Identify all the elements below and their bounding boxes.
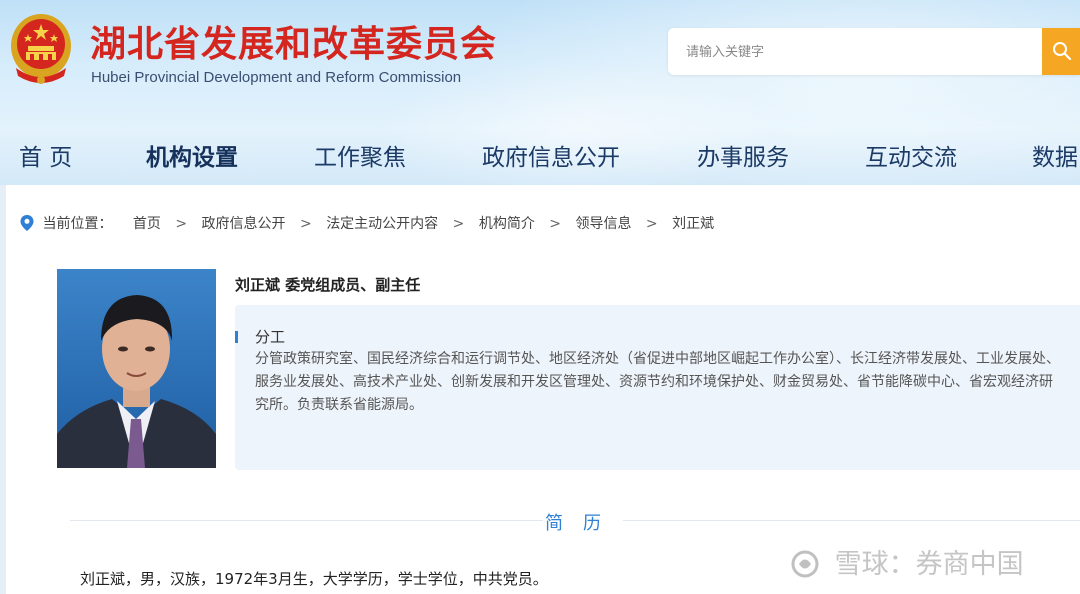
nav-item-gov-info[interactable]: 政府信息公开 bbox=[482, 138, 620, 172]
duty-description: 分管政策研究室、国民经济综合和运行调节处、地区经济处（省促进中部地区崛起工作办公… bbox=[255, 351, 1060, 413]
search-box bbox=[668, 28, 1080, 75]
duty-accent-bar bbox=[235, 331, 238, 343]
resume-section-title: 简历 bbox=[543, 509, 623, 535]
watermark-text: 雪球：券商中国 bbox=[834, 549, 1024, 580]
watermark: 雪球：券商中国 bbox=[790, 542, 1024, 580]
site-subtitle: Hubei Provincial Development and Reform … bbox=[91, 69, 462, 86]
snowball-logo-icon bbox=[791, 550, 819, 578]
breadcrumb: 当前位置： 首页 > 政府信息公开 > 法定主动公开内容 > 机构简介 > 领导… bbox=[20, 213, 714, 233]
breadcrumb-item-statutory[interactable]: 法定主动公开内容 bbox=[326, 213, 438, 233]
breadcrumb-item-gov-info[interactable]: 政府信息公开 bbox=[202, 213, 286, 233]
national-emblem-icon[interactable] bbox=[6, 8, 76, 88]
resume-text: 刘正斌，男，汉族，1972年3月生，大学学历，学士学位，中共党员。 bbox=[80, 570, 548, 588]
breadcrumb-separator: > bbox=[175, 216, 188, 232]
nav-item-home[interactable]: 首 页 bbox=[19, 138, 72, 172]
breadcrumb-item-home[interactable]: 首页 bbox=[133, 213, 161, 233]
nav-item-interaction[interactable]: 互动交流 bbox=[865, 138, 957, 172]
content-edge bbox=[0, 185, 6, 594]
nav-item-organization[interactable]: 机构设置 bbox=[146, 138, 238, 172]
nav-item-services[interactable]: 办事服务 bbox=[697, 138, 789, 172]
breadcrumb-separator: > bbox=[452, 216, 465, 232]
breadcrumb-separator: > bbox=[300, 216, 312, 232]
search-button[interactable] bbox=[1042, 28, 1080, 75]
portrait-image bbox=[57, 269, 216, 468]
breadcrumb-item-current: 刘正斌 bbox=[672, 216, 715, 232]
main-nav: 首 页 机构设置 工作聚焦 政府信息公开 办事服务 互动交流 数据 bbox=[0, 138, 1080, 178]
search-input[interactable] bbox=[686, 42, 1026, 62]
leader-photo bbox=[57, 269, 216, 468]
site-title[interactable]: 湖北省发展和改革委员会 bbox=[90, 15, 497, 67]
location-pin-icon bbox=[20, 215, 34, 231]
breadcrumb-item-org-intro[interactable]: 机构简介 bbox=[479, 213, 535, 233]
nav-item-work-focus[interactable]: 工作聚焦 bbox=[314, 138, 406, 172]
leader-name-title: 刘正斌 委党组成员、副主任 bbox=[235, 276, 421, 294]
breadcrumb-label: 当前位置： bbox=[42, 216, 113, 232]
breadcrumb-separator: > bbox=[549, 216, 562, 232]
duty-title: 分工 bbox=[255, 328, 286, 346]
breadcrumb-separator: > bbox=[645, 216, 658, 232]
nav-item-data[interactable]: 数据 bbox=[1032, 138, 1078, 172]
search-icon bbox=[1053, 42, 1072, 61]
breadcrumb-item-leaders[interactable]: 领导信息 bbox=[575, 213, 631, 233]
